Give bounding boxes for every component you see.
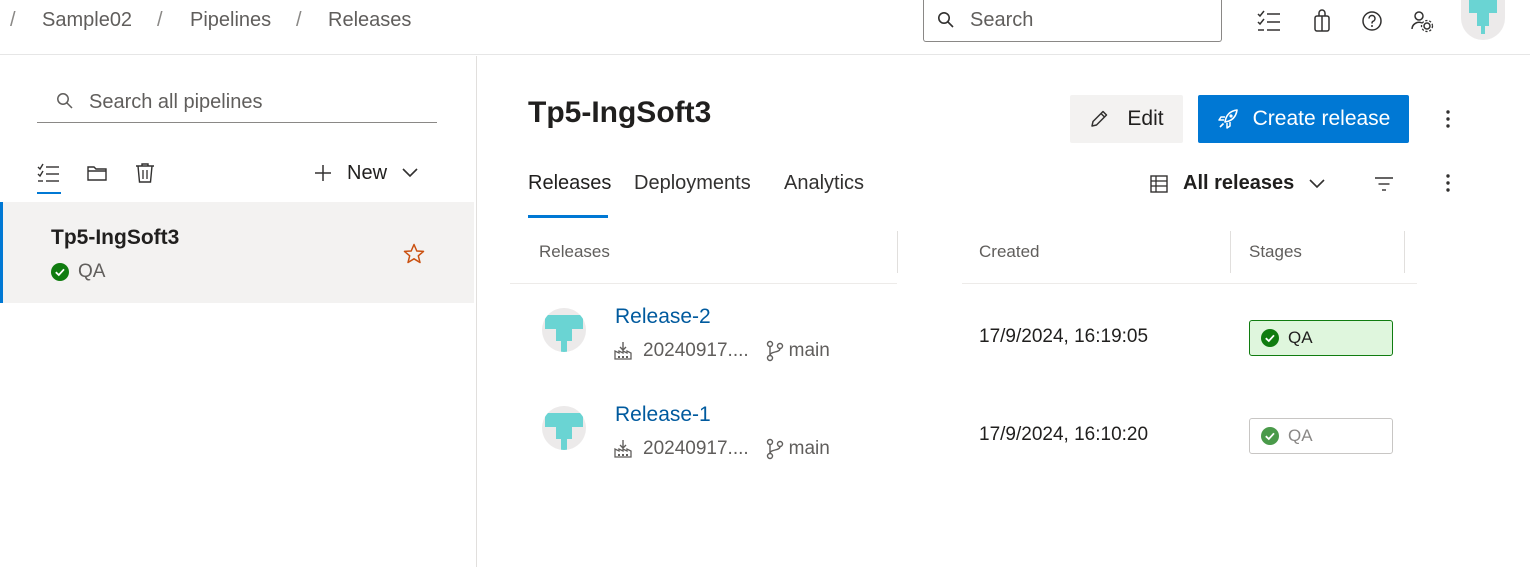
release-branch: main xyxy=(788,340,830,361)
user-settings-icon[interactable] xyxy=(1407,6,1437,36)
stage-badge[interactable]: QA xyxy=(1249,320,1393,356)
definition-title: Tp5-IngSoft3 xyxy=(528,96,712,129)
search-icon xyxy=(57,93,73,109)
stage-label: QA xyxy=(1288,328,1313,347)
tab-releases[interactable]: Releases xyxy=(528,172,611,195)
build-artifact-icon xyxy=(614,342,632,360)
star-icon[interactable] xyxy=(402,242,426,266)
plus-icon xyxy=(315,165,331,181)
column-divider[interactable] xyxy=(1404,231,1405,273)
pipeline-list-item[interactable]: Tp5-IngSoft3 QA xyxy=(0,202,474,303)
release-created-date: 17/9/2024, 16:19:05 xyxy=(979,326,1149,347)
breadcrumb-separator: / xyxy=(10,9,16,31)
branch-icon xyxy=(766,438,783,460)
pipeline-status-label: QA xyxy=(78,261,106,282)
marketplace-bag-icon[interactable] xyxy=(1307,6,1337,36)
tab-deployments[interactable]: Deployments xyxy=(634,172,751,195)
pipeline-search-box[interactable] xyxy=(37,84,437,123)
tab-more-actions-icon[interactable] xyxy=(1438,168,1458,198)
new-pipeline-button[interactable]: New xyxy=(313,156,419,190)
success-check-icon xyxy=(1261,329,1279,347)
pipeline-search-input[interactable] xyxy=(89,88,419,116)
release-artifact-info: 20240917.... main xyxy=(613,438,830,460)
folder-view-icon[interactable] xyxy=(84,160,110,186)
header-divider xyxy=(962,283,1417,284)
global-search-input[interactable] xyxy=(970,6,1210,34)
edit-label: Edit xyxy=(1127,107,1164,130)
breadcrumb-releases[interactable]: Releases xyxy=(328,9,411,32)
top-bar: / Sample02 / Pipelines / Releases xyxy=(0,0,1530,55)
deleted-icon[interactable] xyxy=(132,160,158,186)
branch-icon xyxy=(766,340,783,362)
breadcrumb-separator: / xyxy=(296,9,302,31)
release-branch: main xyxy=(788,438,830,459)
success-check-icon xyxy=(51,263,69,281)
new-pipeline-label: New xyxy=(347,161,388,184)
release-avatar xyxy=(542,406,586,450)
search-icon xyxy=(938,12,954,28)
release-view-label: All releases xyxy=(1183,172,1295,194)
active-tab-indicator xyxy=(528,215,608,218)
header-divider xyxy=(510,283,897,284)
column-divider[interactable] xyxy=(1230,231,1231,273)
release-artifact-info: 20240917.... main xyxy=(613,340,830,362)
release-artifact-version: 20240917.... xyxy=(643,340,749,361)
create-release-label: Create release xyxy=(1252,107,1391,130)
stage-badge[interactable]: QA xyxy=(1249,418,1393,454)
table-row[interactable]: Release-1 20240917.... main 17/9/2024, 1… xyxy=(510,386,1417,482)
table-row[interactable]: Release-2 20240917.... main 17/9/2024, 1… xyxy=(510,288,1417,384)
work-items-icon[interactable] xyxy=(1254,6,1284,36)
create-release-button[interactable]: Create release xyxy=(1198,95,1409,143)
list-view-icon[interactable] xyxy=(36,160,62,186)
tab-analytics[interactable]: Analytics xyxy=(784,172,864,195)
global-search-box[interactable] xyxy=(923,0,1222,42)
edit-button[interactable]: Edit xyxy=(1070,95,1183,143)
pipelines-sidebar: New Tp5-IngSoft3 QA xyxy=(0,56,477,567)
column-header-stages: Stages xyxy=(1249,242,1302,261)
breadcrumb-separator: / xyxy=(157,9,163,31)
release-link[interactable]: Release-2 xyxy=(615,305,711,329)
breadcrumb-project[interactable]: Sample02 xyxy=(42,9,132,32)
active-view-indicator xyxy=(37,192,61,194)
chevron-down-icon xyxy=(402,168,418,178)
release-artifact-version: 20240917.... xyxy=(643,438,749,459)
release-link[interactable]: Release-1 xyxy=(615,403,711,427)
help-icon[interactable] xyxy=(1357,6,1387,36)
more-actions-icon[interactable] xyxy=(1438,104,1458,134)
release-avatar xyxy=(542,308,586,352)
success-check-icon xyxy=(1261,427,1279,445)
chevron-down-icon xyxy=(1309,178,1325,188)
build-artifact-icon xyxy=(614,440,632,458)
stage-label: QA xyxy=(1288,426,1313,445)
user-avatar[interactable] xyxy=(1459,0,1507,42)
pipeline-status: QA xyxy=(51,261,105,283)
pipeline-name: Tp5-IngSoft3 xyxy=(51,226,180,249)
release-created-date: 17/9/2024, 16:10:20 xyxy=(979,424,1149,445)
column-header-created: Created xyxy=(979,242,1040,261)
column-header-releases: Releases xyxy=(539,242,610,261)
breadcrumb-pipelines[interactable]: Pipelines xyxy=(190,9,271,32)
filter-icon[interactable] xyxy=(1374,169,1394,199)
release-view-dropdown[interactable]: All releases xyxy=(1149,172,1326,195)
pencil-icon xyxy=(1091,110,1108,127)
column-divider[interactable] xyxy=(897,231,898,273)
table-view-icon xyxy=(1150,174,1168,193)
rocket-icon xyxy=(1217,109,1238,129)
